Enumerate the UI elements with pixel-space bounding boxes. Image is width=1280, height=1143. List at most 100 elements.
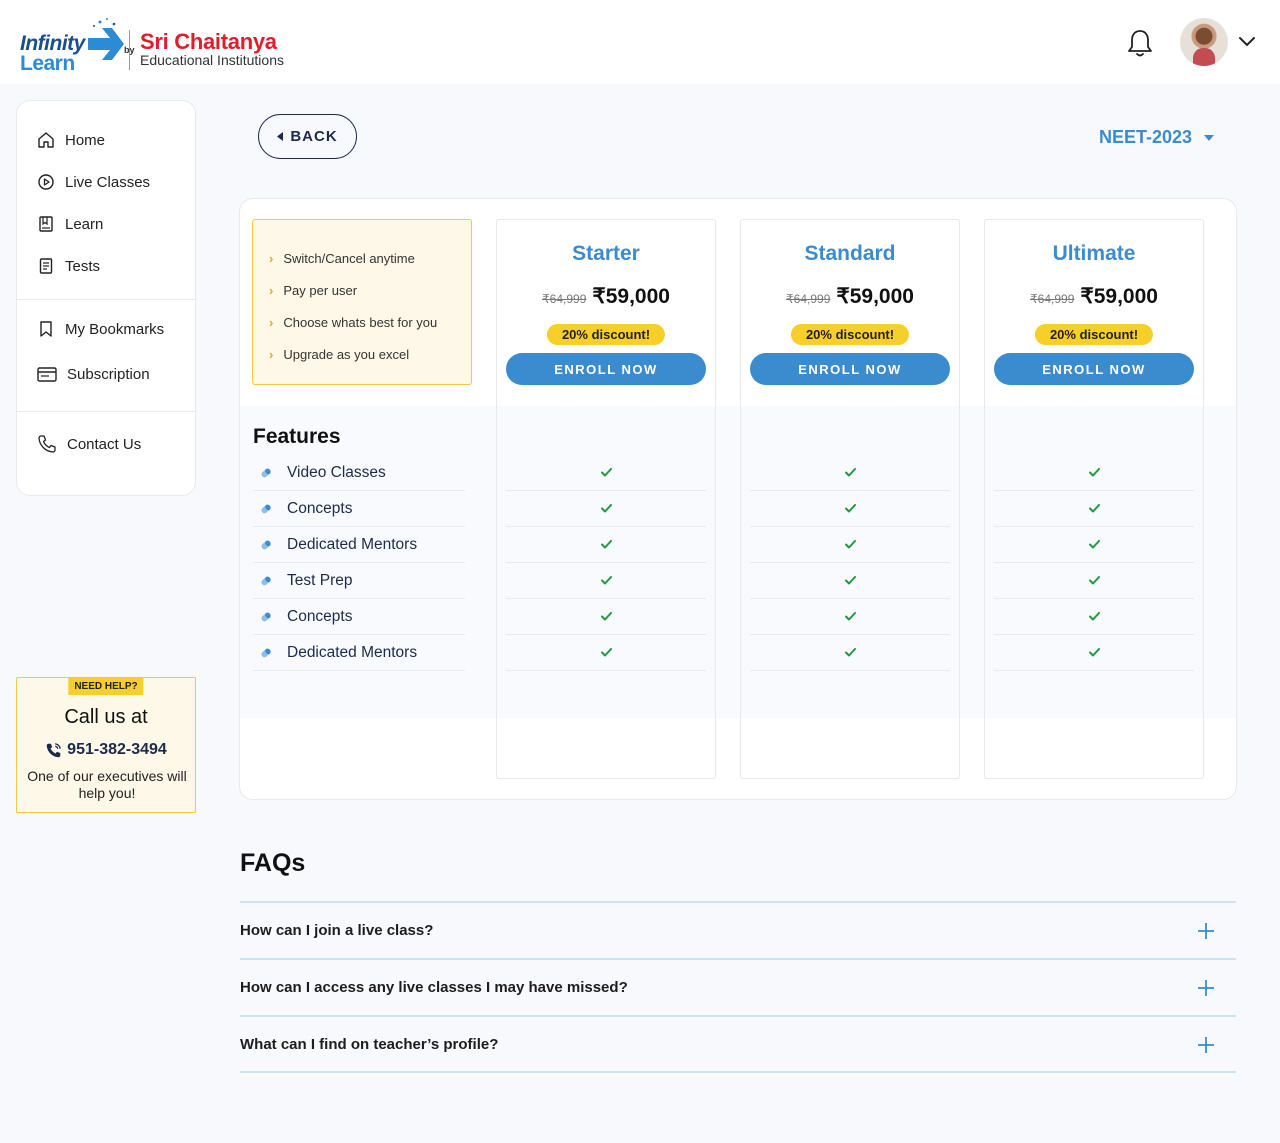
avatar[interactable] (1180, 18, 1228, 66)
check-icon (1088, 576, 1100, 585)
feature-check-cell (994, 563, 1194, 599)
plus-icon[interactable] (1196, 978, 1216, 998)
enroll-button[interactable]: ENROLL NOW (750, 353, 950, 385)
plan-price: ₹64,999 ₹59,000 (741, 284, 959, 309)
check-icon (1088, 504, 1100, 513)
old-price: ₹64,999 (1030, 292, 1075, 306)
card-icon (37, 367, 57, 382)
document-icon (39, 258, 53, 274)
help-phone[interactable]: 951-382-3494 (17, 741, 195, 759)
features-title: Features (253, 425, 341, 448)
new-price: ₹59,000 (836, 285, 914, 308)
feature-check-cell (994, 491, 1194, 527)
bookmark-icon (40, 321, 52, 337)
feature-check-cell (750, 491, 950, 527)
faq-divider (240, 1071, 1236, 1073)
check-icon (1088, 540, 1100, 549)
phone-icon (38, 435, 56, 453)
sidebar-item-subscription[interactable]: Subscription (37, 365, 150, 383)
feature-name: Video Classes (287, 463, 386, 481)
sidebar-item-live-classes[interactable]: Live Classes (37, 173, 150, 191)
check-icon (600, 612, 612, 621)
pill-icon (261, 648, 271, 657)
chevron-down-icon[interactable] (1238, 34, 1256, 48)
enroll-button[interactable]: ENROLL NOW (506, 353, 706, 385)
sidebar-item-tests[interactable]: Tests (37, 257, 100, 275)
exam-select[interactable]: NEET-2023 (1099, 127, 1215, 148)
faq-item[interactable]: What can I find on teacher’s profile? (240, 1015, 1236, 1072)
faq-item[interactable]: How can I join a live class? (240, 901, 1236, 958)
faq-item[interactable]: How can I access any live classes I may … (240, 958, 1236, 1015)
feature-name: Concepts (287, 607, 353, 625)
plan-price: ₹64,999 ₹59,000 (497, 284, 715, 309)
sidebar-item-home[interactable]: Home (37, 131, 105, 149)
sidebar-item-label: Home (65, 131, 106, 149)
logo-arrow-icon (88, 18, 124, 60)
caret-left-icon (277, 132, 284, 141)
feature-check-cell (750, 455, 950, 491)
feature-name: Dedicated Mentors (287, 535, 418, 553)
caret-down-icon (1204, 134, 1215, 141)
logo[interactable]: Infinity Learn by Sri Chaitanya Educatio… (18, 12, 298, 75)
back-button[interactable]: BACK (258, 114, 357, 159)
check-icon (1088, 648, 1100, 657)
plus-icon[interactable] (1196, 921, 1216, 941)
feature-name: Test Prep (287, 571, 353, 589)
chevron-right-icon: › (269, 346, 274, 362)
feature-check-cell (506, 635, 706, 671)
discount-badge: 20% discount! (546, 324, 666, 345)
faq-question: How can I access any live classes I may … (240, 979, 628, 996)
plus-icon[interactable] (1196, 1035, 1216, 1055)
check-icon (844, 576, 856, 585)
sidebar-item-learn[interactable]: Learn (37, 215, 103, 233)
feature-row: Test Prep (253, 563, 465, 599)
check-icon (844, 540, 856, 549)
benefits-box: › Switch/Cancel anytime › Pay per user › Ch… (252, 219, 472, 385)
feature-check-cell (994, 635, 1194, 671)
check-icon (600, 540, 612, 549)
chevron-right-icon: › (269, 250, 274, 266)
check-icon (844, 468, 856, 477)
help-title: Call us at (64, 706, 148, 728)
logo-divider (129, 30, 130, 70)
feature-check-cell (506, 491, 706, 527)
check-icon (844, 648, 856, 657)
feature-name: Dedicated Mentors (287, 643, 418, 661)
plan-name: Standard (804, 242, 896, 265)
sidebar-item-label: Contact Us (67, 435, 142, 453)
feature-check-cell (750, 563, 950, 599)
plan-price: ₹64,999 ₹59,000 (985, 284, 1203, 309)
feature-check-cell (506, 527, 706, 563)
sidebar-item-label: Tests (65, 257, 101, 275)
feature-row: Concepts (253, 491, 465, 527)
feature-check-cell (994, 455, 1194, 491)
sidebar-item-my-bookmarks[interactable]: My Bookmarks (37, 320, 164, 338)
sidebar-item-label: Live Classes (65, 173, 151, 191)
sidebar: Home Live Classes Learn Tests My Bookmar… (16, 100, 196, 496)
sidebar-item-label: Subscription (67, 365, 150, 383)
sidebar-item-label: My Bookmarks (65, 320, 165, 338)
feature-row: Concepts (253, 599, 465, 635)
benefit-item: › Switch/Cancel anytime (269, 250, 415, 266)
chevron-right-icon: › (269, 282, 274, 298)
need-help-tag: NEED HELP? (68, 678, 144, 695)
plan-name: Starter (572, 242, 640, 265)
feature-check-cell (994, 599, 1194, 635)
pill-icon (261, 504, 271, 513)
feature-row: Dedicated Mentors (253, 527, 465, 563)
enroll-button[interactable]: ENROLL NOW (994, 353, 1194, 385)
check-icon (844, 612, 856, 621)
plan-name: Ultimate (1052, 242, 1136, 265)
feature-check-cell (750, 527, 950, 563)
discount-badge: 20% discount! (790, 324, 910, 345)
bell-icon[interactable] (1126, 28, 1154, 58)
new-price: ₹59,000 (592, 285, 670, 308)
pill-icon (261, 540, 271, 549)
faq-question: What can I find on teacher’s profile? (240, 1036, 499, 1053)
sidebar-divider (17, 411, 195, 412)
feature-name: Concepts (287, 499, 353, 517)
benefit-item: › Choose whats best for you (269, 314, 438, 330)
feature-check-cell (750, 635, 950, 671)
sidebar-item-contact-us[interactable]: Contact Us (37, 434, 141, 454)
feature-check-cell (994, 527, 1194, 563)
